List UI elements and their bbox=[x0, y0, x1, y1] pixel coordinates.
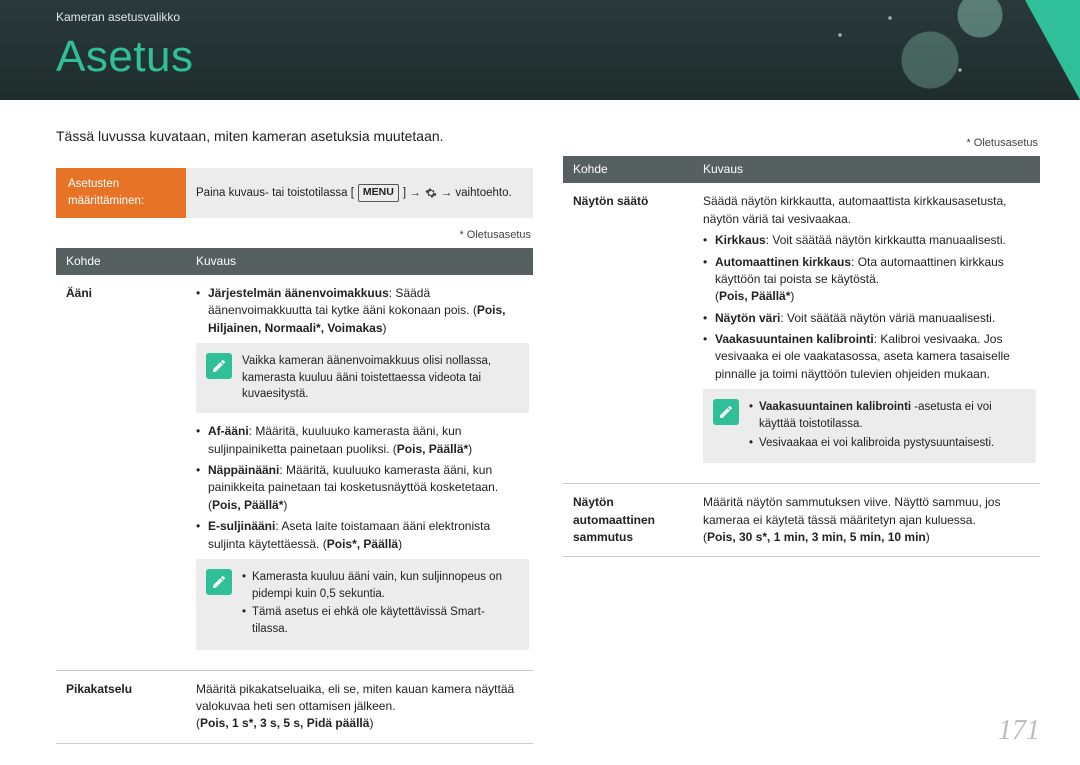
pen-icon bbox=[713, 399, 739, 425]
page-number: 171 bbox=[998, 715, 1040, 747]
row-nayton-saato-desc: Säädä näytön kirkkautta, automaattista k… bbox=[693, 183, 1040, 483]
th-kuvaus: Kuvaus bbox=[186, 248, 533, 275]
pen-icon bbox=[206, 569, 232, 595]
note3a-b: Vaakasuuntainen kalibrointi bbox=[759, 401, 911, 413]
default-note-right: * Oletusasetus bbox=[563, 136, 1038, 152]
header-banner: Kameran asetusvalikko Asetus bbox=[0, 0, 1080, 100]
th-kohde-r: Kohde bbox=[563, 156, 693, 183]
color-desc: : Voit säätää näytön väriä manuaalisesti… bbox=[780, 311, 995, 325]
row-pikakatselu-name: Pikakatselu bbox=[56, 670, 186, 743]
right-column: * Oletusasetus Kohde Kuvaus Näytön säätö… bbox=[563, 126, 1040, 744]
ns-intro: Säädä näytön kirkkautta, automaattista k… bbox=[703, 193, 1036, 228]
row-auto-off-name: Näytön automaattinen sammutus bbox=[563, 484, 693, 557]
left-column: Tässä luvussa kuvataan, miten kameran as… bbox=[56, 126, 533, 744]
settings-table-left: Kohde Kuvaus Ääni Järjestelmän äänenvoim… bbox=[56, 248, 533, 744]
intro-text: Tässä luvussa kuvataan, miten kameran as… bbox=[56, 126, 533, 146]
autooff-desc: Määritä näytön sammutuksen viive. Näyttö… bbox=[703, 495, 1000, 526]
autooff-opts: Pois, 30 s*, 1 min, 3 min, 5 min, 10 min bbox=[707, 530, 926, 544]
th-kohde: Kohde bbox=[56, 248, 186, 275]
esh-opts: Pois*, Päällä bbox=[327, 537, 398, 551]
note-box-1: Vaikka kameran äänenvoimakkuus olisi nol… bbox=[196, 343, 529, 413]
help-text-a: Paina kuvaus- tai toistotilassa [ bbox=[196, 185, 354, 202]
note-box-3: Vaakasuuntainen kalibrointi -asetusta ei… bbox=[703, 389, 1036, 463]
af-opts: Pois, Päällä* bbox=[397, 442, 468, 456]
calib-label: Vaakasuuntainen kalibrointi bbox=[715, 332, 874, 346]
row-auto-off-desc: Määritä näytön sammutuksen viive. Näyttö… bbox=[693, 484, 1040, 557]
help-label: Asetusten määrittäminen: bbox=[56, 168, 186, 217]
help-text-b: ] → bbox=[403, 185, 421, 202]
banner-corner bbox=[1025, 0, 1080, 100]
pen-icon bbox=[206, 353, 232, 379]
bright-label: Kirkkaus bbox=[715, 233, 766, 247]
settings-table-right: Kohde Kuvaus Näytön säätö Säädä näytön k… bbox=[563, 156, 1040, 557]
menu-button-icon: MENU bbox=[358, 184, 399, 201]
pika-desc: Määritä pikakatseluaika, eli se, miten k… bbox=[196, 682, 514, 713]
settings-help-row: Asetusten määrittäminen: Paina kuvaus- t… bbox=[56, 168, 533, 217]
auto-opts: Pois, Päällä* bbox=[719, 289, 790, 303]
note2b: Tämä asetus ei ehkä ole käytettävissä Sm… bbox=[242, 604, 519, 637]
note1-text: Vaikka kameran äänenvoimakkuus olisi nol… bbox=[242, 353, 519, 403]
banner-decoration bbox=[780, 0, 1040, 100]
gear-icon bbox=[425, 187, 437, 199]
row-pikakatselu-desc: Määritä pikakatseluaika, eli se, miten k… bbox=[186, 670, 533, 743]
bright-desc: : Voit säätää näytön kirkkautta manuaali… bbox=[766, 233, 1006, 247]
row-aani-desc: Järjestelmän äänenvoimakkuus: Säädä ääne… bbox=[186, 275, 533, 670]
af-label: Af-ääni bbox=[208, 424, 249, 438]
help-text-c: → vaihtoehto. bbox=[441, 185, 512, 202]
row-nayton-saato-name: Näytön säätö bbox=[563, 183, 693, 483]
default-note-left: * Oletusasetus bbox=[56, 228, 531, 244]
row-aani-name: Ääni bbox=[56, 275, 186, 670]
help-instruction: Paina kuvaus- tai toistotilassa [ MENU ]… bbox=[186, 168, 533, 217]
sys-vol-label: Järjestelmän äänenvoimakkuus bbox=[208, 286, 389, 300]
note2a: Kamerasta kuuluu ääni vain, kun suljinno… bbox=[242, 569, 519, 602]
color-label: Näytön väri bbox=[715, 311, 780, 325]
esh-label: E-suljinääni bbox=[208, 519, 275, 533]
auto-label: Automaattinen kirkkaus bbox=[715, 255, 851, 269]
btn-opts: Pois, Päällä* bbox=[212, 498, 283, 512]
note3b: Vesivaakaa ei voi kalibroida pystysuunta… bbox=[749, 435, 1026, 452]
pika-opts: Pois, 1 s*, 3 s, 5 s, Pidä päällä bbox=[200, 716, 369, 730]
th-kuvaus-r: Kuvaus bbox=[693, 156, 1040, 183]
btn-label: Näppäinääni bbox=[208, 463, 279, 477]
note-box-2: Kamerasta kuuluu ääni vain, kun suljinno… bbox=[196, 559, 529, 650]
